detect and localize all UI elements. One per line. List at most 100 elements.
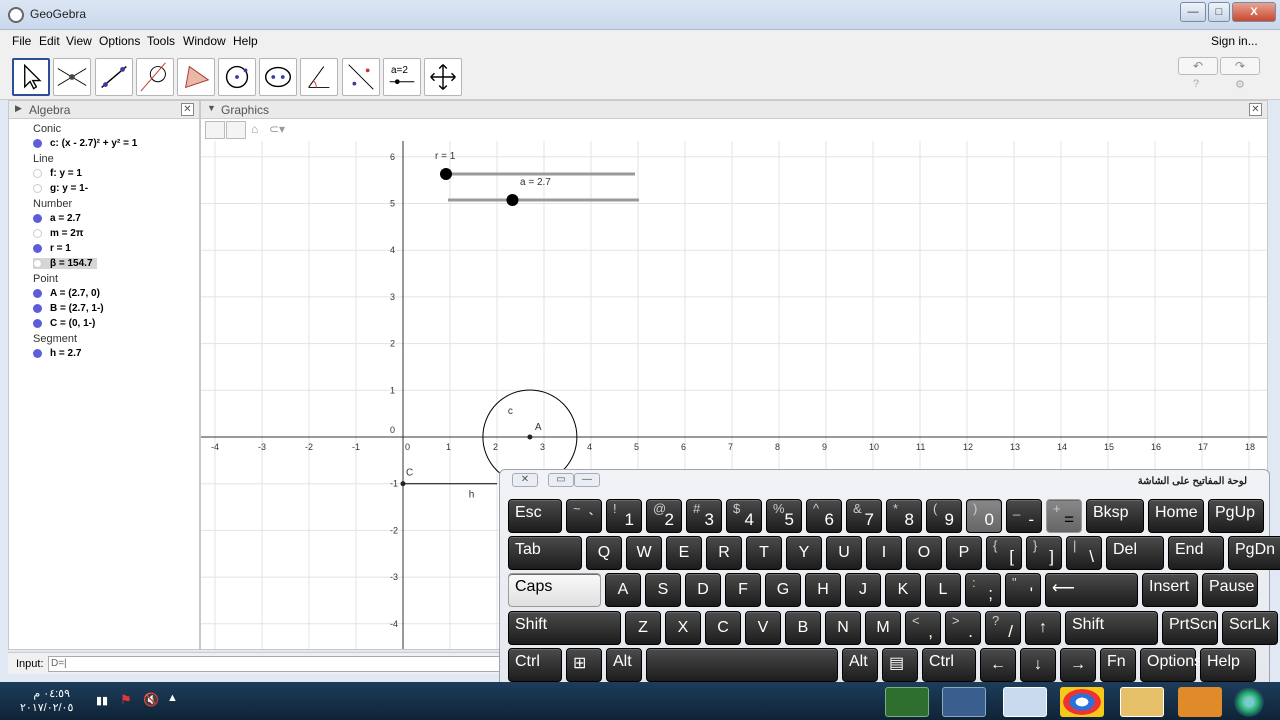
key-esc[interactable]: Esc xyxy=(508,499,562,533)
key-[interactable]: _ - xyxy=(1006,499,1042,533)
excel-taskbar-icon[interactable] xyxy=(885,687,929,717)
key-fn[interactable]: Fn xyxy=(1100,648,1136,682)
category-point[interactable]: Point xyxy=(33,273,58,285)
key-shift[interactable]: Shift xyxy=(1065,611,1158,645)
key-arrow[interactable]: ↓ xyxy=(1020,648,1056,682)
key-pgup[interactable]: PgUp xyxy=(1208,499,1264,533)
key-shift[interactable]: Shift xyxy=(508,611,621,645)
key-options[interactable]: Options xyxy=(1140,648,1202,682)
key-enter[interactable]: ⟵ xyxy=(1045,573,1138,607)
key-e[interactable]: E xyxy=(666,536,702,570)
key-n[interactable]: N xyxy=(825,611,861,645)
key-[interactable]: + = xyxy=(1046,499,1082,533)
algebra-item[interactable]: h = 2.7 xyxy=(33,348,81,359)
menu-tools[interactable]: Tools xyxy=(147,34,175,48)
key-win[interactable]: ⊞ xyxy=(566,648,602,682)
system-clock[interactable]: ٠٤:٥٩ م ٢٠١٧/٠٢/٠٥ xyxy=(20,687,73,715)
visibility-dot-icon[interactable] xyxy=(33,228,42,238)
media-player-taskbar-icon[interactable] xyxy=(1178,687,1222,717)
show-hidden-icons-icon[interactable]: ▲ xyxy=(167,692,178,704)
key-3[interactable]: #3 xyxy=(686,499,722,533)
key-home[interactable]: Home xyxy=(1148,499,1204,533)
line-tool[interactable] xyxy=(95,58,133,96)
osk-close-button[interactable]: ✕ xyxy=(512,473,538,487)
key-[interactable]: ? / xyxy=(985,611,1021,645)
key-7[interactable]: & 7 xyxy=(846,499,882,533)
move-graphics-tool[interactable] xyxy=(424,58,462,96)
key-z[interactable]: Z xyxy=(625,611,661,645)
move-tool[interactable] xyxy=(12,58,50,96)
key-h[interactable]: H xyxy=(805,573,841,607)
key-j[interactable]: J xyxy=(845,573,881,607)
key-arrow[interactable]: → xyxy=(1060,648,1096,682)
key-g[interactable]: G xyxy=(765,573,801,607)
display-taskbar-icon[interactable] xyxy=(942,687,986,717)
key-help[interactable]: Help xyxy=(1200,648,1256,682)
slider-tool[interactable]: a=2 xyxy=(383,58,421,96)
visibility-dot-icon[interactable] xyxy=(33,348,42,358)
visibility-dot-icon[interactable] xyxy=(33,138,42,148)
key-ctrl[interactable]: Ctrl xyxy=(922,648,976,682)
key-r[interactable]: R xyxy=(706,536,742,570)
circle-tool[interactable] xyxy=(218,58,256,96)
key-[interactable]: " ' xyxy=(1005,573,1041,607)
algebra-item[interactable]: m = 2π xyxy=(33,228,84,239)
network-icon[interactable]: ▮▮ xyxy=(96,694,108,707)
visibility-dot-icon[interactable] xyxy=(33,243,42,253)
redo-button[interactable]: ↷ xyxy=(1220,57,1260,75)
key-y[interactable]: Y xyxy=(786,536,822,570)
menu-view[interactable]: View xyxy=(66,34,92,48)
key-2[interactable]: @2 xyxy=(646,499,682,533)
category-conic[interactable]: Conic xyxy=(33,123,61,135)
start-button[interactable] xyxy=(1234,687,1264,717)
point-tool[interactable] xyxy=(53,58,91,96)
key-d[interactable]: D xyxy=(685,573,721,607)
volume-muted-icon[interactable]: 🔇 xyxy=(143,692,159,708)
key-[interactable]: | \ xyxy=(1066,536,1102,570)
sign-in-link[interactable]: Sign in... xyxy=(1211,34,1258,48)
algebra-item[interactable]: B = (2.7, 1-) xyxy=(33,303,104,314)
algebra-item[interactable]: a = 2.7 xyxy=(33,213,81,224)
key-o[interactable]: O xyxy=(906,536,942,570)
key-5[interactable]: % 5 xyxy=(766,499,802,533)
key-[interactable]: >. xyxy=(945,611,981,645)
collapse-triangle-icon[interactable]: ▼ xyxy=(207,103,216,113)
key-[interactable]: }] xyxy=(1026,536,1062,570)
help-icon[interactable]: ? xyxy=(1193,78,1199,90)
visibility-dot-icon[interactable] xyxy=(33,168,42,178)
chrome-taskbar-icon[interactable] xyxy=(1060,687,1104,717)
visibility-dot-icon[interactable] xyxy=(33,288,42,298)
key-menu[interactable]: ▤ xyxy=(882,648,918,682)
settings-gear-icon[interactable]: ⚙ xyxy=(1235,78,1245,91)
polygon-tool[interactable] xyxy=(177,58,215,96)
explorer-taskbar-icon[interactable] xyxy=(1120,687,1164,717)
key-i[interactable]: I xyxy=(866,536,902,570)
key-insert[interactable]: Insert xyxy=(1142,573,1198,607)
key-tab[interactable]: Tab xyxy=(508,536,582,570)
key-0[interactable]: ) 0 xyxy=(966,499,1002,533)
key-1[interactable]: ! 1 xyxy=(606,499,642,533)
key-k[interactable]: K xyxy=(885,573,921,607)
close-algebra-button[interactable]: ✕ xyxy=(181,103,194,116)
key-bksp[interactable]: Bksp xyxy=(1086,499,1144,533)
algebra-item[interactable]: C = (0, 1-) xyxy=(33,318,95,329)
algebra-item[interactable]: A = (2.7, 0) xyxy=(33,288,100,299)
key-4[interactable]: $4 xyxy=(726,499,762,533)
perpendicular-tool[interactable] xyxy=(136,58,174,96)
menu-file[interactable]: File xyxy=(12,34,31,48)
algebra-item-selected[interactable]: β = 154.7 xyxy=(33,258,97,269)
menu-window[interactable]: Window xyxy=(183,34,226,48)
key-v[interactable]: V xyxy=(745,611,781,645)
close-graphics-button[interactable]: ✕ xyxy=(1249,103,1262,116)
key-end[interactable]: End xyxy=(1168,536,1224,570)
visibility-dot-icon[interactable] xyxy=(33,303,42,313)
key-x[interactable]: X xyxy=(665,611,701,645)
key-prtscn[interactable]: PrtScn xyxy=(1162,611,1218,645)
flag-alert-icon[interactable]: ⚑ xyxy=(120,692,132,708)
grid-toggle-button[interactable] xyxy=(226,121,246,139)
key-a[interactable]: A xyxy=(605,573,641,607)
algebra-item[interactable]: r = 1 xyxy=(33,243,71,254)
key-w[interactable]: W xyxy=(626,536,662,570)
category-segment[interactable]: Segment xyxy=(33,333,77,345)
key-alt[interactable]: Alt xyxy=(842,648,878,682)
